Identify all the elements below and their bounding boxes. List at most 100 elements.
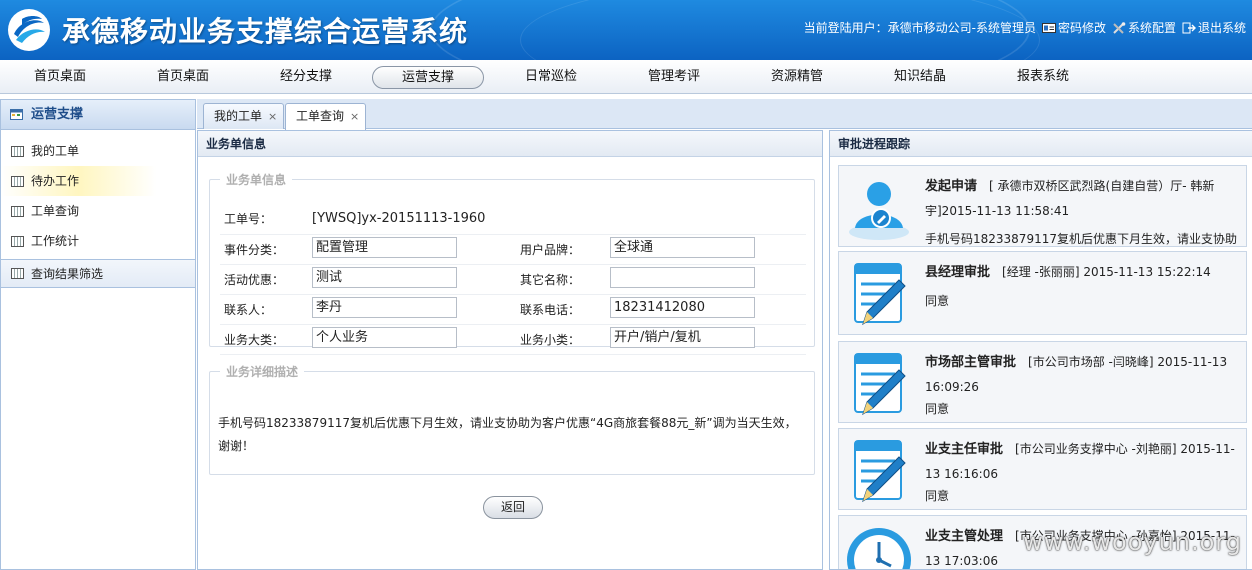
nav-analysis[interactable]: 经分支撑: [250, 66, 362, 89]
current-user-text: 当前登陆用户：承德市移动公司-系统管理员: [803, 21, 1036, 35]
id-card-icon: [1041, 23, 1056, 33]
logout-label: 退出系统: [1197, 21, 1246, 35]
brand-field[interactable]: 全球通: [610, 237, 755, 258]
tab-label: 工单查询: [296, 109, 345, 123]
subcategory-label: 业务小类：: [520, 324, 610, 355]
clock-icon: [847, 528, 911, 569]
order-no-value: [YWSQ]yx-20151113-1960: [312, 204, 806, 235]
nav-operations[interactable]: 运营支撑: [372, 66, 484, 89]
approval-step: 市场部主管审批 [市公司市场部 -闫晓峰] 2015-11-13 16:09:26…: [838, 341, 1247, 423]
table-row: 业务大类： 个人业务 业务小类： 开户/销户/复机: [220, 324, 806, 355]
approval-step: 发起申请[ 承德市双桥区武烈路(自建自营）厅- 韩新宇]2015-11-13 1…: [838, 165, 1247, 269]
tab-label: 我的工单: [214, 109, 263, 123]
order-info-table: 工单号： [YWSQ]yx-20151113-1960 事件分类： 配置管理 用…: [220, 204, 806, 355]
event-type-field[interactable]: 配置管理: [312, 237, 457, 258]
order-info-panel: 业务单信息 业务单信息 工单号： [YWSQ]yx-20151113-1960 …: [197, 130, 823, 570]
sidebar-item-label: 工作统计: [31, 234, 80, 248]
category-field[interactable]: 个人业务: [312, 327, 457, 348]
nav-knowledge[interactable]: 知识结晶: [864, 66, 976, 89]
description-fieldset: 业务详细描述 手机号码18233879117复机后优惠下月生效，请业支协助为客户…: [209, 363, 815, 475]
sidebar-item-label: 待办工作: [31, 174, 80, 188]
step-title: 业支主任审批: [925, 442, 1004, 457]
approval-step: 县经理审批 [经理 -张丽丽] 2015-11-13 15:22:14 同意: [838, 251, 1247, 335]
system-config-label: 系统配置: [1127, 21, 1176, 35]
fieldset-legend: 业务单信息: [226, 173, 287, 187]
other-name-label: 其它名称：: [520, 264, 610, 295]
user-avatar-icon: [849, 182, 909, 240]
sidebar-item-label: 我的工单: [31, 144, 80, 158]
step-comment: 同意: [925, 402, 950, 416]
order-no-label: 工单号：: [220, 204, 312, 235]
step-title: 县经理审批: [925, 265, 991, 280]
panel-title: 审批进程跟踪: [830, 131, 1252, 157]
sidebar-item-todo[interactable]: 待办工作: [1, 166, 195, 196]
description-text: 手机号码18233879117复机后优惠下月生效，请业支协助为客户优惠“4G商旅…: [218, 416, 797, 453]
step-header: 发起申请[ 承德市双桥区武烈路(自建自营）厅- 韩新宇]2015-11-13 1…: [925, 174, 1245, 223]
edit-document-icon: [854, 440, 906, 503]
window-icon: [10, 109, 23, 120]
order-info-fieldset: 业务单信息 工单号： [YWSQ]yx-20151113-1960 事件分类： …: [209, 171, 815, 355]
nav-home-2[interactable]: 首页桌面: [127, 66, 239, 89]
close-icon[interactable]: ×: [350, 110, 359, 123]
system-config-link[interactable]: 系统配置: [1112, 19, 1176, 36]
phone-field[interactable]: 18231412080: [610, 297, 755, 318]
table-row: 事件分类： 配置管理 用户品牌： 全球通: [220, 234, 806, 265]
app-title: 承德移动业务支撑综合运营系统: [62, 15, 469, 48]
sidebar-header: 运营支撑: [1, 100, 195, 130]
category-label: 业务大类：: [220, 324, 312, 355]
tab-my-orders[interactable]: 我的工单 ×: [203, 103, 285, 129]
other-name-field[interactable]: [610, 267, 755, 288]
promo-label: 活动优惠：: [220, 264, 312, 295]
password-change-link[interactable]: 密码修改: [1041, 19, 1106, 36]
grid-icon: [11, 206, 24, 217]
nav-reports[interactable]: 报表系统: [987, 66, 1099, 89]
contact-label: 联系人：: [220, 294, 312, 325]
table-row: 工单号： [YWSQ]yx-20151113-1960: [220, 204, 806, 235]
grid-icon: [11, 146, 24, 157]
tools-icon: [1113, 22, 1126, 34]
step-header: 县经理审批 [经理 -张丽丽] 2015-11-13 15:22:14: [925, 260, 1245, 285]
step-header: 业支主任审批 [市公司业务支撑中心 -刘艳丽] 2015-11-13 16:16:…: [925, 437, 1245, 486]
watermark: www.wooyun.org: [1023, 528, 1242, 556]
sidebar-item-my-orders[interactable]: 我的工单: [1, 136, 195, 166]
promo-field[interactable]: 测试: [312, 267, 457, 288]
password-change-label: 密码修改: [1057, 21, 1106, 35]
grid-icon: [11, 268, 24, 279]
sidebar-item-statistics[interactable]: 工作统计: [1, 226, 195, 256]
table-row: 联系人： 李丹 联系电话： 18231412080: [220, 294, 806, 325]
subcategory-field[interactable]: 开户/销户/复机: [610, 327, 755, 348]
user-toolbar: 当前登陆用户：承德市移动公司-系统管理员 密码修改 系统配置 退出系统: [804, 19, 1246, 36]
grid-icon: [11, 176, 24, 187]
panel-title: 业务单信息: [198, 131, 822, 157]
contact-field[interactable]: 李丹: [312, 297, 457, 318]
nav-management[interactable]: 管理考评: [618, 66, 730, 89]
back-button[interactable]: 返回: [483, 496, 543, 519]
tab-order-query[interactable]: 工单查询 ×: [285, 103, 367, 130]
sidebar-group-label: 查询结果筛选: [31, 267, 104, 281]
nav-inspection[interactable]: 日常巡检: [495, 66, 607, 89]
fieldset-legend: 业务详细描述: [226, 365, 299, 379]
china-mobile-logo-icon: [8, 9, 50, 51]
table-row: 活动优惠： 测试 其它名称：: [220, 264, 806, 295]
close-icon[interactable]: ×: [268, 110, 277, 123]
event-type-label: 事件分类：: [220, 234, 312, 265]
sidebar-title: 运营支撑: [31, 107, 84, 122]
brand-label: 用户品牌：: [520, 234, 610, 265]
nav-resources[interactable]: 资源精管: [741, 66, 853, 89]
logout-icon: [1182, 22, 1196, 34]
step-approver: [经理 -张丽丽] 2015-11-13 15:22:14: [1002, 265, 1211, 279]
sidebar-item-order-query[interactable]: 工单查询: [1, 196, 195, 226]
sidebar-group-filter[interactable]: 查询结果筛选: [1, 260, 195, 288]
step-comment: 同意: [925, 489, 950, 503]
edit-document-icon: [854, 353, 906, 416]
step-title: 发起申请: [925, 179, 978, 194]
logout-link[interactable]: 退出系统: [1182, 19, 1246, 36]
step-title: 业支主管处理: [925, 529, 1004, 544]
grid-icon: [11, 236, 24, 247]
approval-step: 业支主任审批 [市公司业务支撑中心 -刘艳丽] 2015-11-13 16:16:…: [838, 428, 1247, 510]
nav-home-1[interactable]: 首页桌面: [4, 66, 116, 89]
tab-bar: 我的工单 × 工单查询 ×: [197, 99, 1252, 130]
edit-document-icon: [854, 263, 906, 326]
approval-panel: 审批进程跟踪 发起申请[ 承德市双桥区武烈路(自建自营）厅- 韩新宇]2015-…: [829, 130, 1252, 570]
step-header: 市场部主管审批 [市公司市场部 -闫晓峰] 2015-11-13 16:09:26: [925, 350, 1245, 399]
